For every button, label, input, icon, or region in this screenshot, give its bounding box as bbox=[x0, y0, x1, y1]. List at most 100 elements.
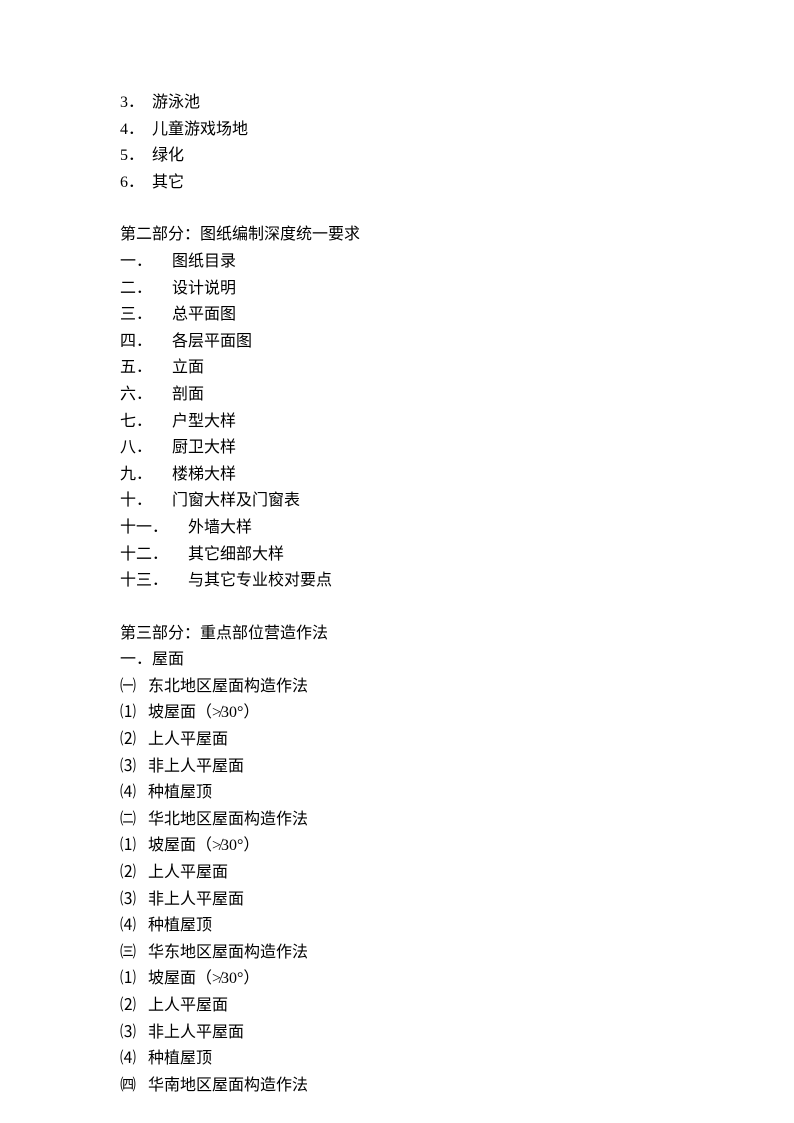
section-3-heading: 一．屋面 bbox=[120, 647, 674, 673]
item-number: ⑷ bbox=[120, 780, 148, 806]
list-item: 4． 儿童游戏场地 bbox=[120, 117, 674, 143]
item-text: 与其它专业校对要点 bbox=[188, 568, 332, 594]
item-number: 四． bbox=[120, 329, 172, 355]
list-item: ⑶非上人平屋面 bbox=[120, 887, 674, 913]
item-number: ⑴ bbox=[120, 833, 148, 859]
list-item: 九． 楼梯大样 bbox=[120, 462, 674, 488]
item-text: 游泳池 bbox=[152, 90, 200, 116]
item-text: 非上人平屋面 bbox=[148, 758, 244, 775]
list-item: ⑷种植屋顶 bbox=[120, 913, 674, 939]
item-number: ⑶ bbox=[120, 887, 148, 913]
item-number: 5． bbox=[120, 143, 152, 169]
list-item: 三． 总平面图 bbox=[120, 302, 674, 328]
item-text: 非上人平屋面 bbox=[148, 891, 244, 908]
item-number: 六． bbox=[120, 382, 172, 408]
group-2: ㈡华北地区屋面构造作法 ⑴坡屋面（≯30°） ⑵上人平屋面 ⑶非上人平屋面 ⑷种… bbox=[120, 807, 674, 939]
list-item: ⑶非上人平屋面 bbox=[120, 754, 674, 780]
group-marker: ㈡ bbox=[120, 807, 148, 833]
list-item: 七． 户型大样 bbox=[120, 409, 674, 435]
item-text: 图纸目录 bbox=[172, 249, 236, 275]
group-title: ㈣华南地区屋面构造作法 bbox=[120, 1073, 674, 1099]
group-text: 东北地区屋面构造作法 bbox=[148, 678, 308, 695]
item-number: 九． bbox=[120, 462, 172, 488]
item-number: ⑶ bbox=[120, 754, 148, 780]
group-title: ㈡华北地区屋面构造作法 bbox=[120, 807, 674, 833]
item-number: 十． bbox=[120, 488, 172, 514]
list-item: ⑵上人平屋面 bbox=[120, 993, 674, 1019]
item-number: 3． bbox=[120, 90, 152, 116]
list-item: ⑴坡屋面（≯30°） bbox=[120, 700, 674, 726]
group-text: 华东地区屋面构造作法 bbox=[148, 944, 308, 961]
item-text: 种植屋顶 bbox=[148, 917, 212, 934]
list-item: 3． 游泳池 bbox=[120, 90, 674, 116]
list-item: ⑷种植屋顶 bbox=[120, 1046, 674, 1072]
group-title: ㈠东北地区屋面构造作法 bbox=[120, 674, 674, 700]
item-text: 外墙大样 bbox=[188, 515, 252, 541]
group-1: ㈠东北地区屋面构造作法 ⑴坡屋面（≯30°） ⑵上人平屋面 ⑶非上人平屋面 ⑷种… bbox=[120, 674, 674, 806]
list-item: 八． 厨卫大样 bbox=[120, 435, 674, 461]
item-text: 绿化 bbox=[152, 143, 184, 169]
list-item: 一． 图纸目录 bbox=[120, 249, 674, 275]
group-3: ㈢华东地区屋面构造作法 ⑴坡屋面（≯30°） ⑵上人平屋面 ⑶非上人平屋面 ⑷种… bbox=[120, 940, 674, 1072]
item-text: 户型大样 bbox=[172, 409, 236, 435]
item-text: 坡屋面（≯30°） bbox=[148, 837, 259, 854]
item-text: 其它细部大样 bbox=[188, 542, 284, 568]
list-item: ⑴坡屋面（≯30°） bbox=[120, 966, 674, 992]
item-number: 二． bbox=[120, 276, 172, 302]
item-number: ⑵ bbox=[120, 727, 148, 753]
document-content: 3． 游泳池 4． 儿童游戏场地 5． 绿化 6． 其它 第二部分：图纸编制深度… bbox=[120, 90, 674, 1098]
list-item: 十三． 与其它专业校对要点 bbox=[120, 568, 674, 594]
item-number: 4． bbox=[120, 117, 152, 143]
group-marker: ㈠ bbox=[120, 674, 148, 700]
item-number: ⑵ bbox=[120, 860, 148, 886]
item-text: 厨卫大样 bbox=[172, 435, 236, 461]
item-text: 上人平屋面 bbox=[148, 997, 228, 1014]
item-number: 五． bbox=[120, 355, 172, 381]
item-text: 坡屋面（≯30°） bbox=[148, 704, 259, 721]
list-item: 十一． 外墙大样 bbox=[120, 515, 674, 541]
list-item: 五． 立面 bbox=[120, 355, 674, 381]
item-text: 门窗大样及门窗表 bbox=[172, 488, 300, 514]
group-text: 华南地区屋面构造作法 bbox=[148, 1077, 308, 1094]
item-number: 6． bbox=[120, 170, 152, 196]
item-text: 剖面 bbox=[172, 382, 204, 408]
section-2-title: 第二部分：图纸编制深度统一要求 bbox=[120, 222, 674, 248]
item-text: 坡屋面（≯30°） bbox=[148, 970, 259, 987]
item-number: 一． bbox=[120, 249, 172, 275]
group-marker: ㈣ bbox=[120, 1073, 148, 1099]
list-item: 四． 各层平面图 bbox=[120, 329, 674, 355]
item-number: ⑴ bbox=[120, 700, 148, 726]
item-number: 七． bbox=[120, 409, 172, 435]
item-text: 其它 bbox=[152, 170, 184, 196]
list-item: 5． 绿化 bbox=[120, 143, 674, 169]
list-item: 十二． 其它细部大样 bbox=[120, 542, 674, 568]
item-number: ⑴ bbox=[120, 966, 148, 992]
list-item: 六． 剖面 bbox=[120, 382, 674, 408]
item-text: 设计说明 bbox=[172, 276, 236, 302]
item-number: 十三． bbox=[120, 568, 188, 594]
list-item: ⑴坡屋面（≯30°） bbox=[120, 833, 674, 859]
item-text: 上人平屋面 bbox=[148, 864, 228, 881]
list-item: 6． 其它 bbox=[120, 170, 674, 196]
item-number: 三． bbox=[120, 302, 172, 328]
item-number: 十二． bbox=[120, 542, 188, 568]
item-text: 总平面图 bbox=[172, 302, 236, 328]
item-number: ⑷ bbox=[120, 913, 148, 939]
section-3-title: 第三部分：重点部位营造作法 bbox=[120, 621, 674, 647]
list-item: ⑶非上人平屋面 bbox=[120, 1020, 674, 1046]
group-title: ㈢华东地区屋面构造作法 bbox=[120, 940, 674, 966]
group-4: ㈣华南地区屋面构造作法 bbox=[120, 1073, 674, 1099]
item-text: 种植屋顶 bbox=[148, 784, 212, 801]
section-3: 第三部分：重点部位营造作法 一．屋面 ㈠东北地区屋面构造作法 ⑴坡屋面（≯30°… bbox=[120, 621, 674, 1099]
item-text: 立面 bbox=[172, 355, 204, 381]
item-number: 八． bbox=[120, 435, 172, 461]
item-number: ⑵ bbox=[120, 993, 148, 1019]
item-text: 上人平屋面 bbox=[148, 731, 228, 748]
list-item: 十． 门窗大样及门窗表 bbox=[120, 488, 674, 514]
item-text: 种植屋顶 bbox=[148, 1050, 212, 1067]
item-number: ⑶ bbox=[120, 1020, 148, 1046]
item-text: 儿童游戏场地 bbox=[152, 117, 248, 143]
list-item: ⑷种植屋顶 bbox=[120, 780, 674, 806]
group-text: 华北地区屋面构造作法 bbox=[148, 811, 308, 828]
list-item: ⑵上人平屋面 bbox=[120, 727, 674, 753]
